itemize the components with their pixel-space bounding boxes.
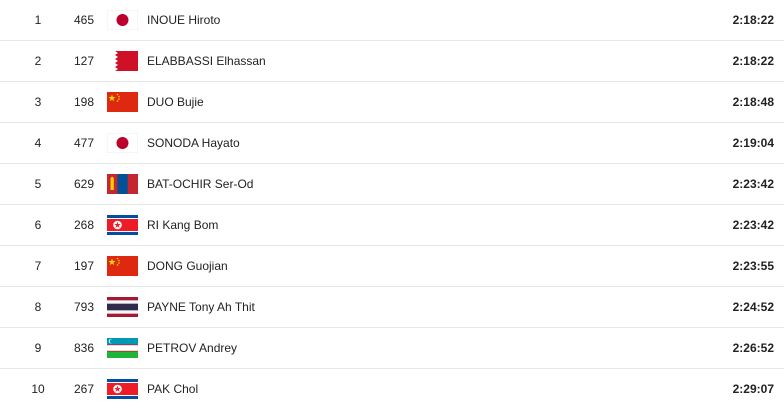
finish-time: 2:19:04 [732,136,774,150]
finish-time: 2:29:07 [732,382,774,396]
athlete-name[interactable]: RI Kang Bom [147,205,218,245]
table-row[interactable]: 2 127 ELABBASSI Elhassan 2:18:22 [0,41,784,82]
athlete-name[interactable]: PAK Chol [147,369,198,409]
thailand-flag-icon [107,297,138,317]
athlete-name[interactable]: PETROV Andrey [147,328,237,368]
north-korea-flag-icon [107,215,138,235]
table-row[interactable]: 9 836 PETROV Andrey 2:26:52 [0,328,784,369]
north-korea-flag-icon [107,379,138,399]
athlete-name[interactable]: DONG Guojian [147,246,228,286]
uzbekistan-flag-icon [107,338,138,358]
bib-number: 836 [73,341,94,355]
athlete-name[interactable]: SONODA Hayato [147,123,240,163]
table-row[interactable]: 5 629 BAT-OCHIR Ser-Od 2:23:42 [0,164,784,205]
table-row[interactable]: 4 477 SONODA Hayato 2:19:04 [0,123,784,164]
table-row[interactable]: 7 197 DONG Guojian 2:23:55 [0,246,784,287]
finish-time: 2:18:48 [732,95,774,109]
table-row[interactable]: 1 465 INOUE Hiroto 2:18:22 [0,0,784,41]
bib-number: 127 [73,54,94,68]
athlete-name[interactable]: ELABBASSI Elhassan [147,41,266,81]
finish-time: 2:18:22 [732,13,774,27]
bahrain-flag-icon [107,51,138,71]
finish-time: 2:26:52 [732,341,774,355]
finish-time: 2:23:42 [732,218,774,232]
table-row[interactable]: 6 268 RI Kang Bom 2:23:42 [0,205,784,246]
china-flag-icon [107,256,138,276]
results-table: 1 465 INOUE Hiroto 2:18:22 2 127 ELABBAS… [0,0,784,410]
finish-time: 2:24:52 [732,300,774,314]
bib-number: 477 [73,136,94,150]
japan-flag-icon [107,10,138,30]
mongolia-flag-icon [107,174,138,194]
finish-time: 2:18:22 [732,54,774,68]
table-row[interactable]: 10 267 PAK Chol 2:29:07 [0,369,784,410]
athlete-name[interactable]: INOUE Hiroto [147,0,220,40]
bib-number: 793 [73,300,94,314]
japan-flag-icon [107,133,138,153]
bib-number: 465 [73,13,94,27]
table-row[interactable]: 8 793 PAYNE Tony Ah Thit 2:24:52 [0,287,784,328]
finish-time: 2:23:55 [732,259,774,273]
table-row[interactable]: 3 198 DUO Bujie 2:18:48 [0,82,784,123]
china-flag-icon [107,92,138,112]
athlete-name[interactable]: BAT-OCHIR Ser-Od [147,164,253,204]
athlete-name[interactable]: PAYNE Tony Ah Thit [147,287,255,327]
athlete-name[interactable]: DUO Bujie [147,82,204,122]
bib-number: 197 [73,259,94,273]
bib-number: 198 [73,95,94,109]
bib-number: 268 [73,218,94,232]
bib-number: 267 [73,382,94,396]
finish-time: 2:23:42 [732,177,774,191]
bib-number: 629 [73,177,94,191]
